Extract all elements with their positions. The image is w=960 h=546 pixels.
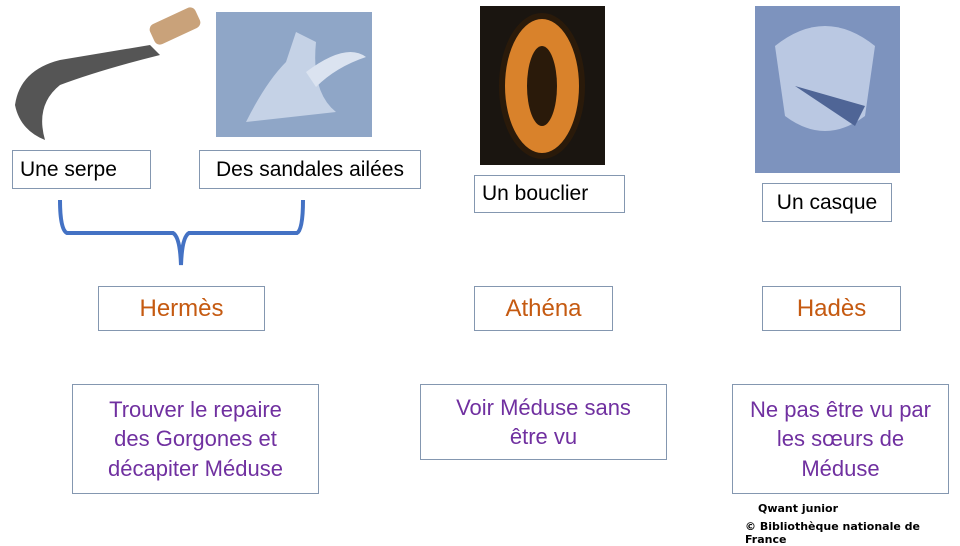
credit-source: Qwant junior	[758, 502, 839, 515]
object-helmet-label: Un casque	[762, 183, 892, 222]
god-hermes: Hermès	[98, 286, 265, 331]
god-hades: Hadès	[762, 286, 901, 331]
object-sickle-label: Une serpe	[12, 150, 151, 189]
brace-connector	[58, 199, 305, 266]
sickle-image	[15, 7, 201, 140]
god-athena: Athéna	[474, 286, 613, 331]
winged-sandal-image	[216, 12, 372, 137]
task-hermes: Trouver le repaire des Gorgones et décap…	[72, 384, 319, 494]
task-hades: Ne pas être vu par les sœurs de Méduse	[732, 384, 949, 494]
object-sandals-label: Des sandales ailées	[199, 150, 421, 189]
shield-image	[480, 6, 605, 165]
credit-copyright: © Bibliothèque nationale de France	[745, 520, 920, 546]
helmet-image	[755, 6, 900, 173]
task-athena: Voir Méduse sans être vu	[420, 384, 667, 460]
object-shield-label: Un bouclier	[474, 175, 625, 213]
